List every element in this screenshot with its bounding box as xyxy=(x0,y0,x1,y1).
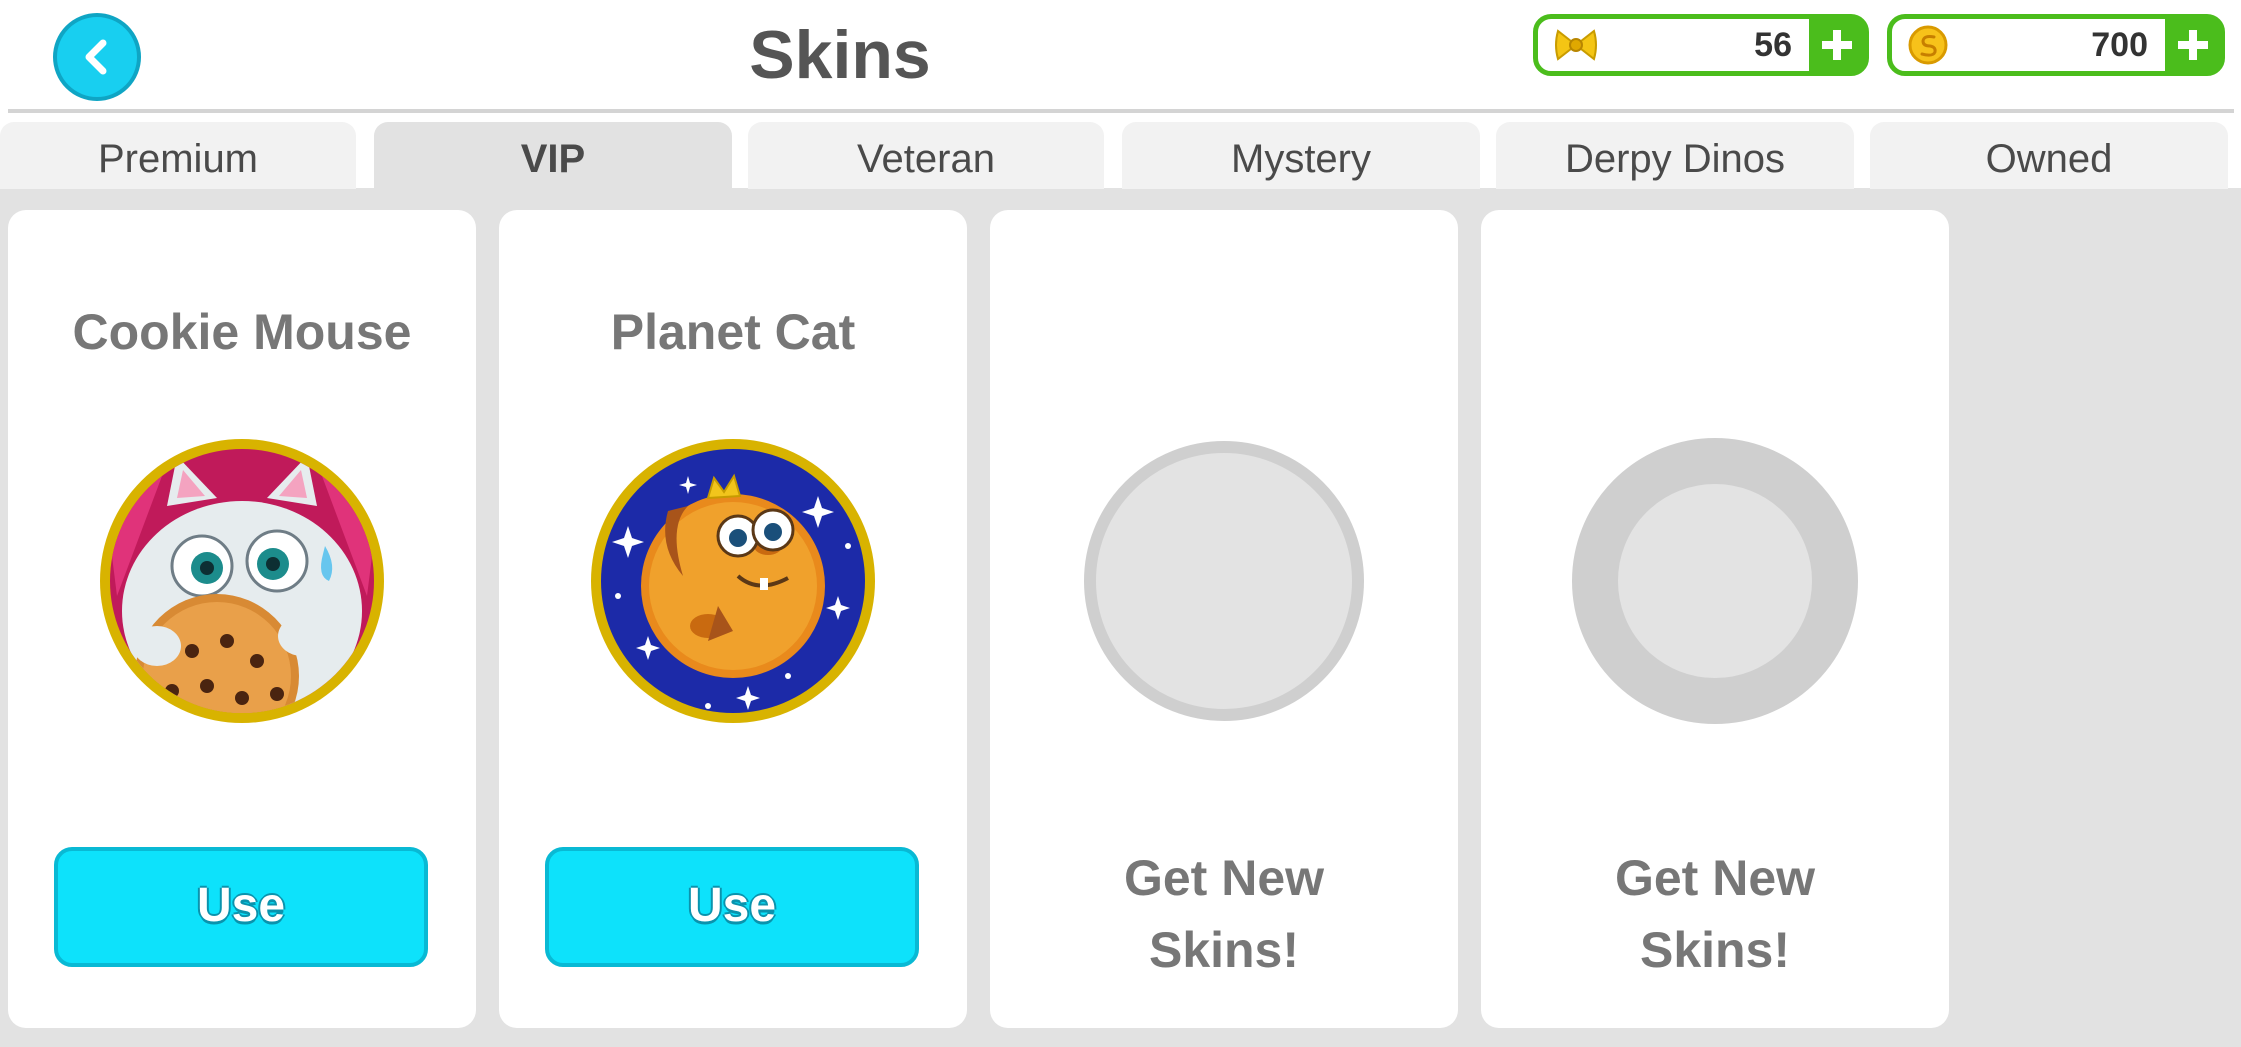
planet-cat-avatar xyxy=(591,439,875,723)
page-title: Skins xyxy=(749,17,931,93)
skin-card-planet-cat: Planet Cat Use xyxy=(499,210,967,1028)
use-planet-cat-button[interactable]: Use xyxy=(545,847,919,967)
top-bar: Skins 56 700 xyxy=(0,0,2241,110)
back-button[interactable] xyxy=(53,13,141,101)
bow-count: 56 xyxy=(1754,26,1792,64)
skin-card-cookie-mouse: Cookie Mouse Use xyxy=(8,210,476,1028)
tab-vip[interactable]: VIP xyxy=(374,122,732,189)
chevron-left-icon xyxy=(85,39,107,75)
tab-derpy-dinos[interactable]: Derpy Dinos xyxy=(1496,122,1854,189)
coin-currency-counter: 700 xyxy=(1887,14,2225,76)
tab-premium[interactable]: Premium xyxy=(0,122,356,189)
bow-icon xyxy=(1555,29,1597,61)
add-bows-button[interactable] xyxy=(1809,18,1865,72)
skin-name: Planet Cat xyxy=(610,304,856,360)
tab-veteran[interactable]: Veteran xyxy=(748,122,1104,189)
skin-card-get-new-2[interactable]: Get New Skins! xyxy=(1481,210,1949,1028)
use-cookie-mouse-button[interactable]: Use xyxy=(54,847,428,967)
get-new-skins-label: Get New Skins! xyxy=(1123,850,1325,978)
bow-currency-counter: 56 xyxy=(1533,14,1869,76)
skin-name: Cookie Mouse xyxy=(72,304,412,360)
get-new-skins-label: Get New Skins! xyxy=(1614,850,1816,978)
tab-owned[interactable]: Owned xyxy=(1870,122,2228,189)
header-divider xyxy=(8,109,2234,113)
coin-icon xyxy=(1908,25,1948,65)
coin-count: 700 xyxy=(2091,26,2148,64)
empty-skin-slot xyxy=(1572,438,1858,724)
add-coins-button[interactable] xyxy=(2165,18,2221,72)
tab-mystery[interactable]: Mystery xyxy=(1122,122,1480,189)
skin-card-get-new-1[interactable]: Get New Skins! xyxy=(990,210,1458,1028)
tab-bar: Premium VIP Veteran Mystery Derpy Dinos … xyxy=(0,122,2241,189)
empty-skin-slot xyxy=(1084,441,1364,721)
cookie-mouse-avatar xyxy=(100,439,384,723)
